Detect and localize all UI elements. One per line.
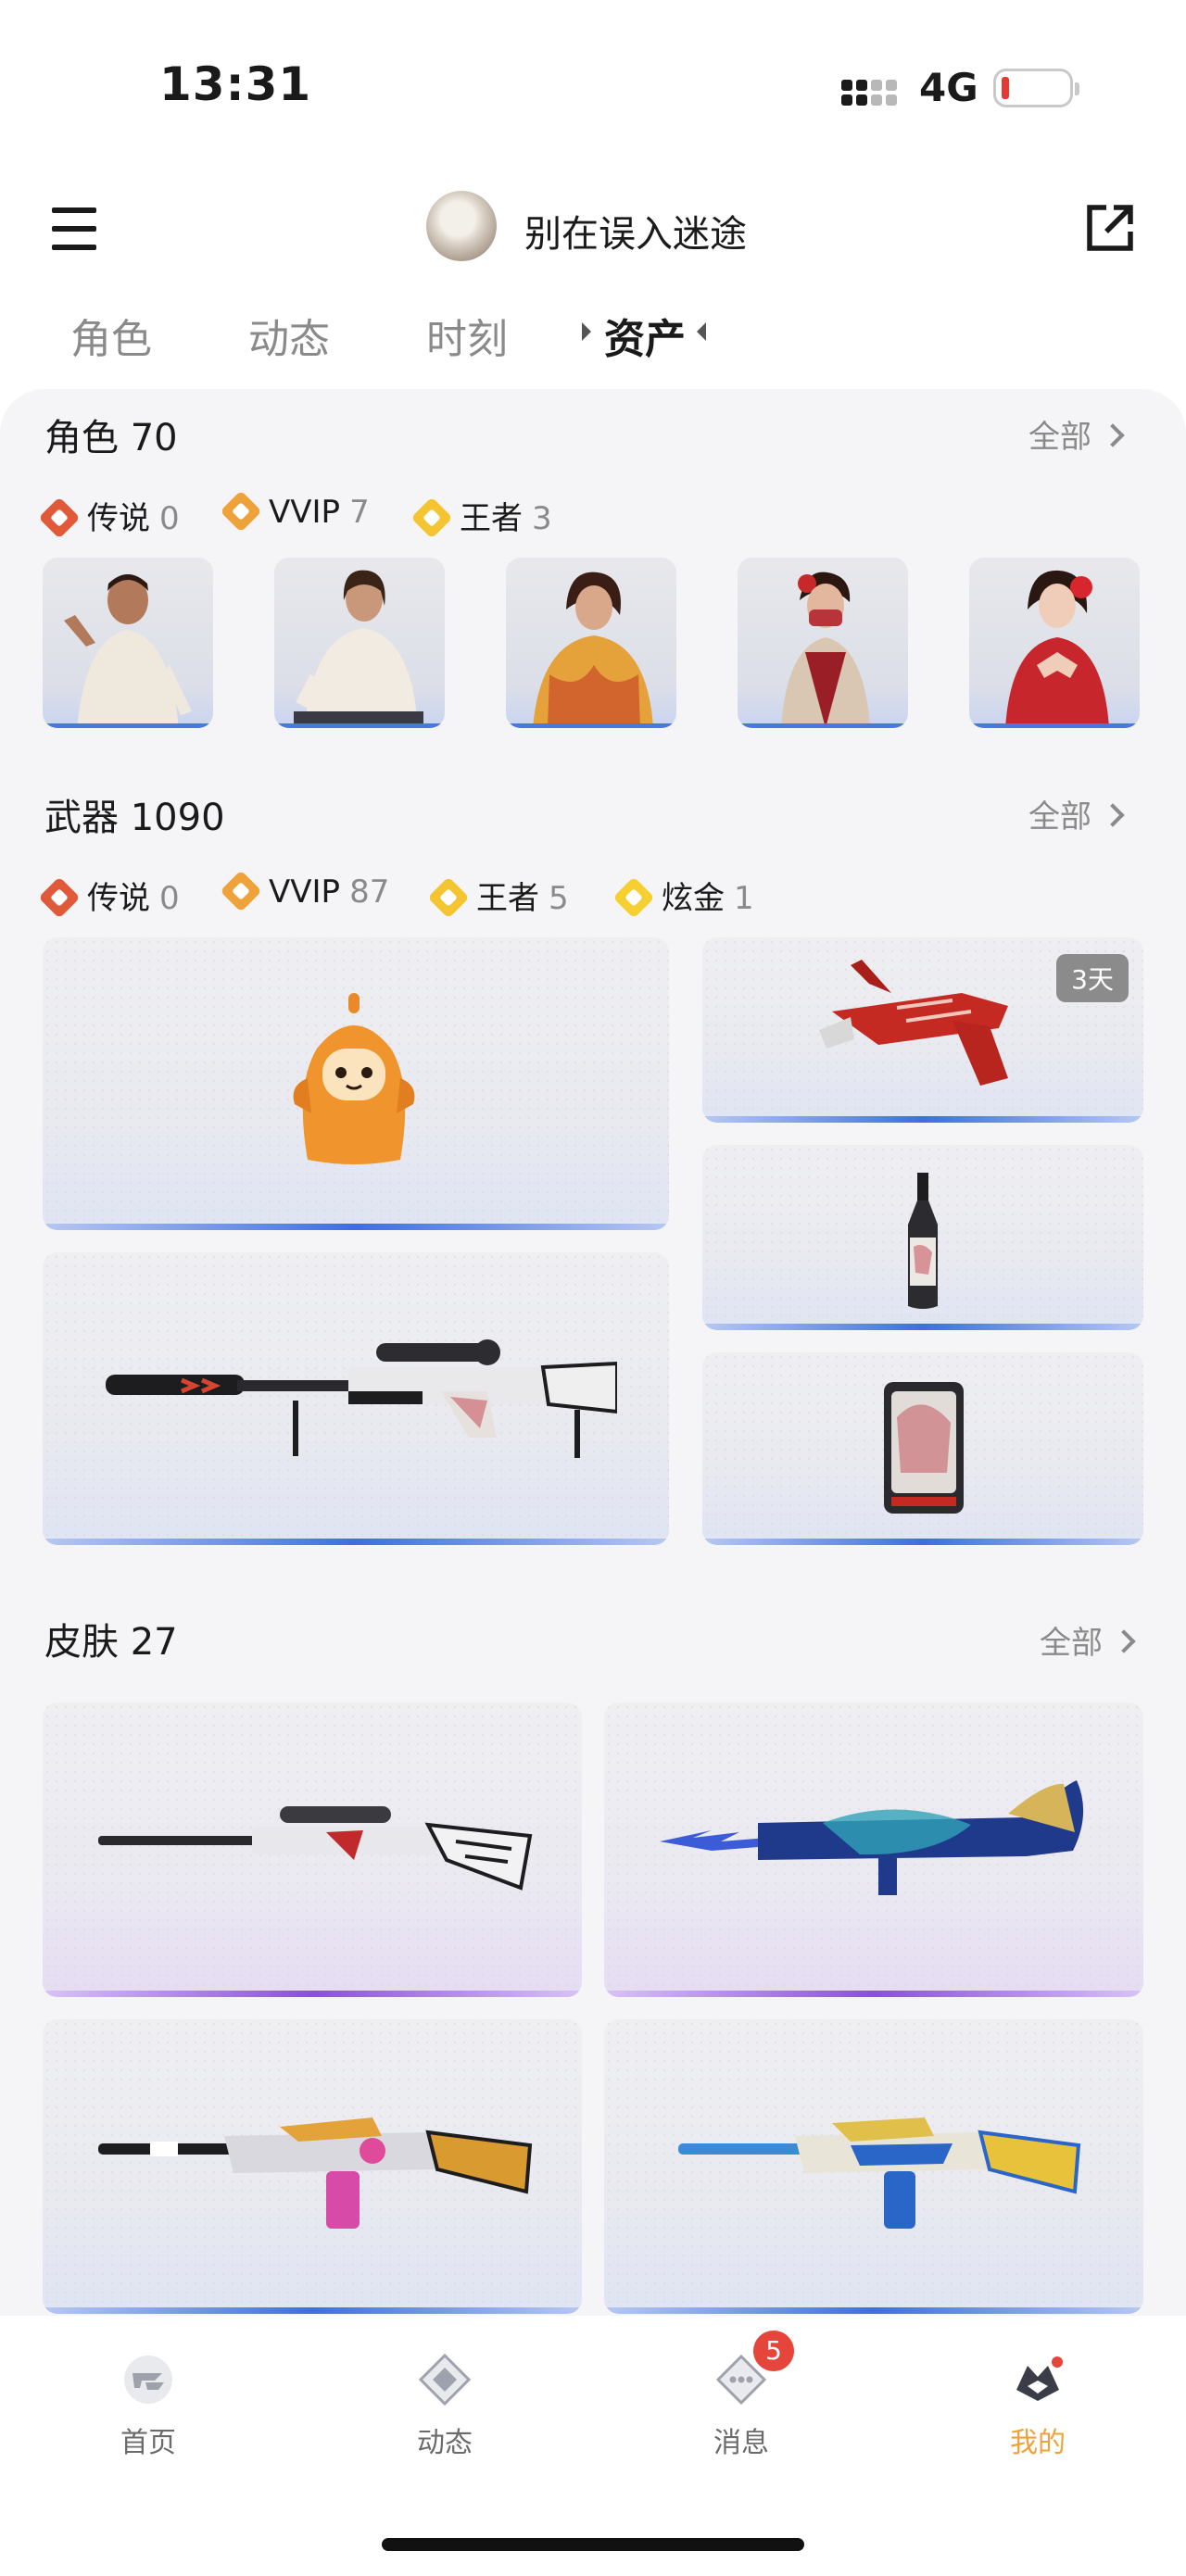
roles-rarity-filters: 传说 0 VVIP 7 王者 3: [38, 490, 693, 539]
profile-header: 别在误入迷途: [0, 176, 1186, 287]
blue-rifle-skin-image: [678, 2117, 1081, 2229]
tab-feed[interactable]: 动态: [248, 306, 330, 365]
menu-icon[interactable]: [48, 204, 100, 256]
nav-feed[interactable]: 动态: [371, 2353, 519, 2460]
character-card[interactable]: [43, 558, 213, 728]
legend-badge-icon: [38, 496, 81, 539]
nav-me-label: 我的: [1010, 2427, 1066, 2459]
roles-count: 70: [130, 417, 178, 459]
red-pistol-image: [819, 960, 1008, 1086]
skins-section-title: 皮肤 27: [44, 1621, 178, 1664]
battery-icon: [993, 69, 1079, 107]
weapons-rarity-filters: 传说 0 VVIP 87 王者 5 炫金 1: [38, 870, 878, 919]
gold-badge-icon: [612, 876, 655, 919]
character-portrait: [1005, 570, 1109, 728]
chevron-right-icon: [1112, 1629, 1136, 1653]
character-card[interactable]: [274, 558, 445, 728]
king-badge-icon: [410, 496, 453, 539]
assets-panel: 角色 70 全部 传说 0 VVIP 7 王者 3 武器 1090 全部 传说 …: [0, 389, 1186, 2316]
weapons-see-all-button[interactable]: 全部: [1028, 791, 1125, 836]
vvip-badge-icon: [220, 490, 262, 533]
feed-diamond-icon: [418, 2353, 472, 2406]
skin-card[interactable]: [43, 1703, 582, 1997]
bottom-navigation: 首页 动态 5 消息 我的: [0, 2316, 1186, 2576]
roles-see-all-button[interactable]: 全部: [1028, 411, 1125, 457]
sniper-rifle-image: [106, 1339, 617, 1458]
roles-section-title: 角色 70: [44, 417, 178, 459]
filter-legend[interactable]: 传说 0: [38, 873, 180, 919]
weapons-section-title: 武器 1090: [44, 797, 225, 839]
character-portrait: [64, 574, 192, 728]
dragon-rifle-skin-image: [660, 1780, 1084, 1895]
skins-count: 27: [130, 1621, 178, 1664]
skin-card[interactable]: [43, 2019, 582, 2314]
chevron-right-icon: [1101, 423, 1125, 447]
profile-emblem-icon: [1011, 2353, 1065, 2406]
vvip-badge-icon: [220, 870, 262, 912]
home-logo-icon: [121, 2353, 175, 2406]
chevron-right-icon: [1101, 803, 1125, 827]
nav-messages-label: 消息: [713, 2427, 769, 2459]
tab-assets[interactable]: 资产: [604, 306, 686, 365]
filter-vvip[interactable]: VVIP 87: [220, 870, 389, 912]
character-card[interactable]: [969, 558, 1140, 728]
character-card[interactable]: [506, 558, 676, 728]
nav-me[interactable]: 我的: [964, 2353, 1112, 2460]
weapon-card[interactable]: 3天: [702, 937, 1143, 1123]
username: 别在误入迷途: [524, 213, 747, 256]
network-label: 4G: [919, 65, 978, 110]
nav-home-label: 首页: [120, 2427, 176, 2459]
tab-moments[interactable]: 时刻: [426, 306, 508, 365]
expiry-badge: 3天: [1056, 954, 1129, 1002]
share-icon[interactable]: [1082, 200, 1138, 256]
home-indicator: [382, 2538, 804, 2551]
skins-see-all-button[interactable]: 全部: [1040, 1617, 1136, 1663]
filter-legend[interactable]: 传说 0: [38, 493, 180, 539]
weapon-card[interactable]: [43, 1252, 669, 1545]
pink-rifle-skin-image: [98, 2117, 533, 2229]
card-item-image: [884, 1382, 964, 1514]
filter-vvip[interactable]: VVIP 7: [220, 490, 370, 533]
filter-gold[interactable]: 炫金 1: [612, 873, 754, 919]
weapon-card[interactable]: [43, 937, 669, 1230]
skin-card[interactable]: [604, 1703, 1143, 1997]
status-time: 13:31: [159, 57, 312, 111]
mascot-item-image: [293, 993, 415, 1164]
character-portrait: [294, 570, 423, 728]
tab-indicator-left-icon: [582, 322, 591, 341]
sniper-skin-image: [98, 1806, 533, 1891]
weapons-count: 1090: [130, 797, 225, 839]
weapon-card[interactable]: [702, 1145, 1143, 1330]
character-card[interactable]: [738, 558, 908, 728]
signal-icon: [841, 78, 901, 106]
weapon-card[interactable]: [702, 1352, 1143, 1545]
legend-badge-icon: [38, 876, 81, 919]
bottle-item-image: [908, 1173, 938, 1309]
filter-king[interactable]: 王者 3: [410, 493, 552, 539]
nav-home[interactable]: 首页: [74, 2353, 222, 2460]
nav-feed-label: 动态: [417, 2427, 473, 2459]
tab-roles[interactable]: 角色: [70, 306, 152, 365]
profile-tabs: 角色 动态 时刻 资产: [0, 296, 1186, 380]
character-portrait: [533, 572, 653, 728]
avatar[interactable]: [426, 191, 497, 261]
filter-king[interactable]: 王者 5: [427, 873, 569, 919]
status-bar: 13:31 4G: [0, 0, 1186, 176]
skin-card[interactable]: [604, 2019, 1143, 2314]
character-portrait: [781, 572, 870, 728]
tab-indicator-right-icon: [697, 322, 706, 341]
king-badge-icon: [427, 876, 470, 919]
nav-messages[interactable]: 5 消息: [667, 2331, 815, 2460]
message-bubble-icon: 5: [714, 2331, 794, 2406]
notification-badge: 5: [753, 2331, 794, 2371]
